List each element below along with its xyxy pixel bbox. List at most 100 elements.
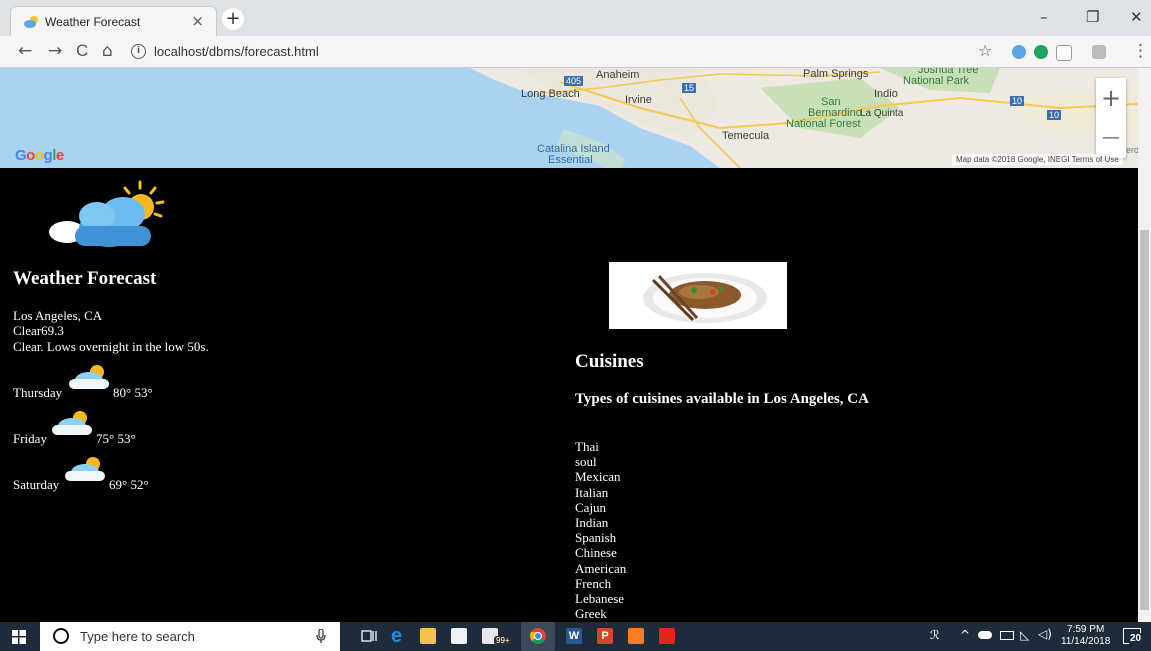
browser-tab[interactable]: Weather Forecast × [10,6,217,36]
map-label-irvine: Irvine [625,94,652,106]
map-label-essential: Essential [548,154,593,166]
forecast-day-2: Saturday [13,477,60,492]
restore-button[interactable]: ❐ [1086,8,1099,26]
map-label-la-quinta: La Quinta [860,108,904,119]
map-label-long-beach: Long Beach [521,88,580,100]
list-item: Mexican [575,469,621,485]
list-item: French [575,575,612,591]
acrobat-icon[interactable] [659,628,675,644]
taskbar-search-box[interactable]: Type here to search [40,622,340,651]
map-zoom-control: + — [1096,78,1126,158]
address-bar[interactable]: localhost/dbms/forecast.html [154,44,319,59]
volume-icon[interactable]: ◁) [1038,627,1052,641]
zoom-out-button[interactable]: — [1096,118,1126,158]
list-item: Spanish [575,530,617,546]
wifi-icon[interactable]: ◺ [1020,628,1029,642]
forecast-0-partly-sunny-icon [69,365,109,389]
forward-button[interactable]: → [48,41,62,61]
tab-title: Weather Forecast [45,15,141,29]
profile-avatar[interactable] [1092,45,1106,59]
mail-badge: 99+ [494,636,512,645]
task-view-icon[interactable] [361,628,377,644]
forecast-temps-1: 75° 53° [96,431,136,446]
battery-icon[interactable] [1000,631,1014,640]
tab-close-button[interactable]: × [191,12,204,30]
cortana-icon [53,628,69,644]
show-hidden-icons-icon[interactable]: ^ [960,628,970,642]
forecast-day-0: Thursday [13,385,63,400]
xampp-icon[interactable] [628,628,644,644]
google-logo: Google [15,147,64,164]
list-item: Lebanese [575,591,625,607]
word-icon[interactable]: W [566,628,582,644]
list-item: American [575,560,627,576]
map-label-indio: Indio [874,88,898,100]
weather-heading: Weather Forecast [13,268,157,289]
browser-toolbar: ← → C ⌂ i localhost/dbms/forecast.html ☆… [0,36,1151,68]
clock-time: 7:59 PM [1067,624,1105,635]
store-icon[interactable] [451,628,467,644]
forecast-day-1: Friday [13,431,47,446]
forecast-temps-0: 80° 53° [113,385,153,400]
list-item: soul [575,454,597,470]
map-highway-15: 15 [682,83,697,93]
weather-summary: Clear. Lows overnight in the low 50s. [13,339,209,354]
new-tab-button[interactable]: + [222,8,244,30]
powerpoint-icon[interactable]: P [597,628,613,644]
minimize-button[interactable]: – [1040,8,1048,26]
map-label-palm-springs: Palm Springs [803,68,869,80]
list-item: Greek [575,606,607,622]
taskbar-clock[interactable]: 7:59 PM 11/14/2018 [1061,624,1110,648]
forecast-1-partly-sunny-icon [52,411,92,435]
file-explorer-icon[interactable] [420,628,436,644]
list-item: Cajun [575,499,607,515]
cuisine-list: Thai soul Mexican Italian Cajun Indian S… [575,439,626,621]
chrome-icon[interactable] [530,628,546,644]
home-button[interactable]: ⌂ [102,41,113,61]
map-label-anaheim: Anaheim [596,69,640,81]
list-item: Indian [575,515,609,531]
map-label-national-forest: National Forest [786,118,861,130]
weather-location: Los Angeles, CA [13,308,103,323]
google-map[interactable]: Anaheim Long Beach Irvine Palm Springs J… [0,68,1138,168]
forecast-2-partly-sunny-icon [65,457,105,481]
map-highway-10b: 10 [1047,110,1062,120]
extension-cloud-icon[interactable] [1012,45,1026,59]
map-label-national-park: National Park [903,75,970,87]
back-button[interactable]: ← [18,41,32,61]
list-item: Thai [575,439,599,454]
food-image [609,262,787,329]
close-window-button[interactable]: ✕ [1130,8,1143,26]
extension-shield-icon[interactable] [1056,45,1072,61]
notification-count: 20 [1129,633,1143,644]
cuisines-heading: Cuisines [575,351,644,372]
scrollbar-thumb[interactable] [1140,230,1149,610]
map-highway-10a: 10 [1010,96,1025,106]
weather-current: Clear69.3 [13,323,64,338]
people-icon[interactable]: ℛ [930,628,940,642]
list-item: Chinese [575,545,617,561]
forecast-temps-2: 69° 52° [109,477,149,492]
windows-taskbar: Type here to search e 99+ W P ℛ ^ ◺ ◁) 7… [0,622,1151,651]
taskbar-search-placeholder: Type here to search [80,629,195,644]
map-highway-405: 405 [564,76,584,86]
browser-tabstrip: Weather Forecast × + – ❐ ✕ [0,0,1151,36]
map-attribution[interactable]: Map data ©2018 Google, INEGI Terms of Us… [952,154,1123,165]
windows-start-icon[interactable] [12,630,26,644]
page-scrollbar[interactable] [1138,68,1151,622]
edge-browser-icon[interactable]: e [391,626,407,646]
weather-favicon-icon [24,16,38,28]
map-label-temecula: Temecula [722,130,770,142]
site-info-icon[interactable]: i [131,44,146,59]
extension-grammarly-icon[interactable] [1034,45,1048,59]
cuisines-subheading: Types of cuisines available in Los Angel… [575,391,869,407]
list-item: Italian [575,484,609,500]
clock-date: 11/14/2018 [1061,636,1111,647]
reload-button[interactable]: C [76,41,88,61]
microphone-icon[interactable] [316,629,326,644]
bookmark-star-icon[interactable]: ☆ [978,41,992,60]
zoom-in-button[interactable]: + [1096,78,1126,118]
onedrive-icon[interactable] [978,631,992,639]
weather-partly-sunny-icon [49,180,165,247]
browser-menu-icon[interactable]: ⋮ [1132,41,1149,61]
